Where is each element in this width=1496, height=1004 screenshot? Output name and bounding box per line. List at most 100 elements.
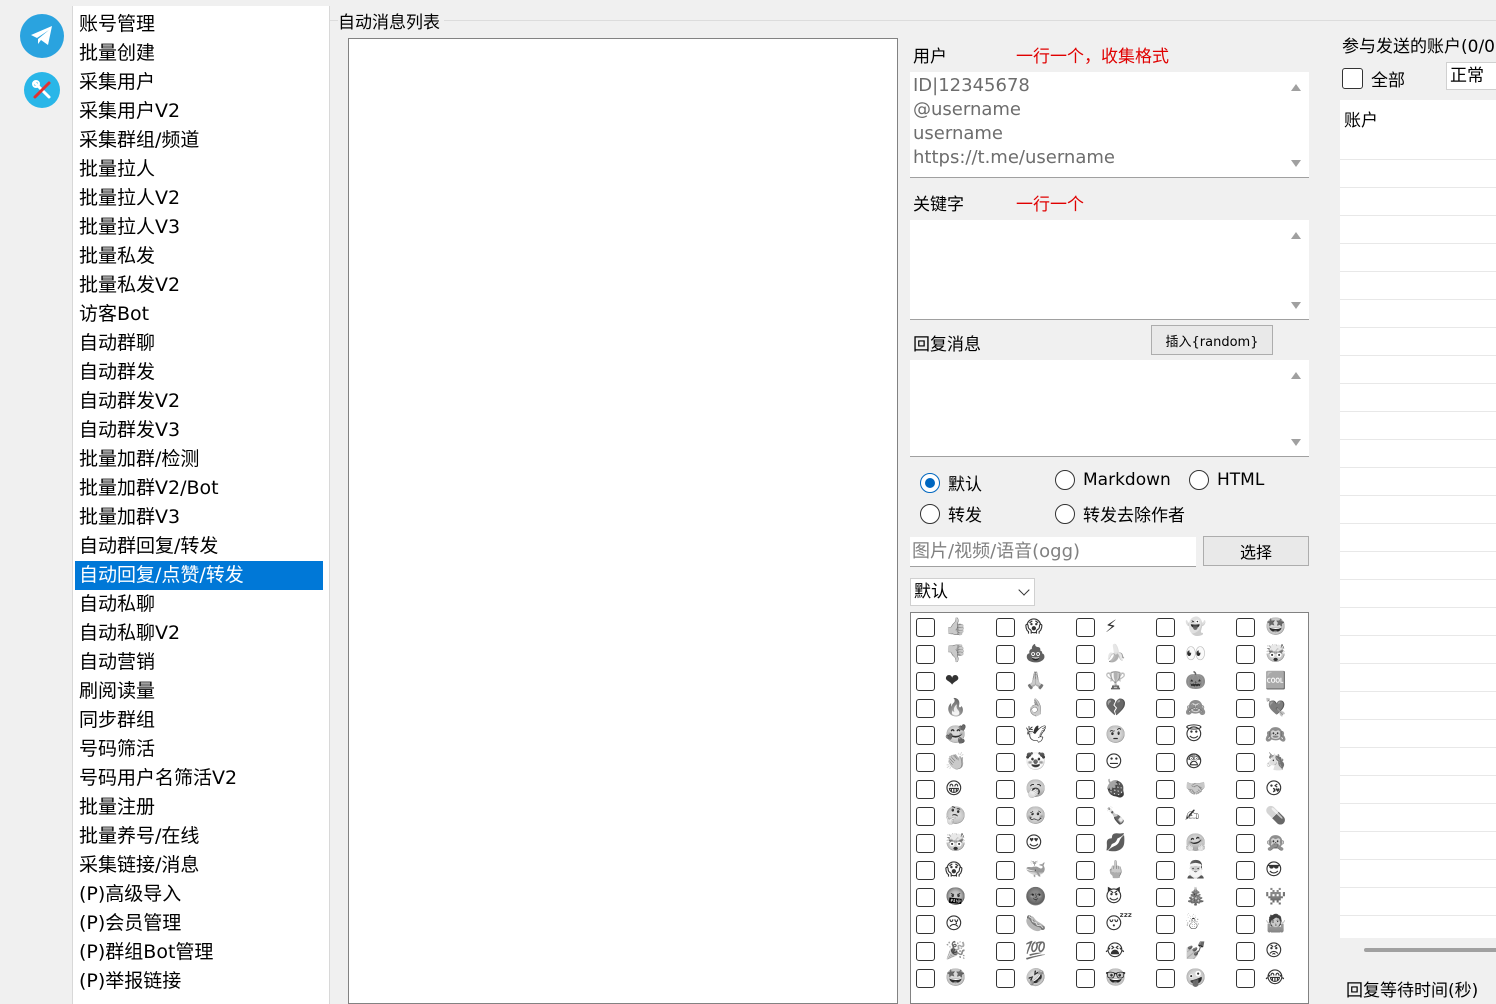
- reaction-checkbox[interactable]: [996, 942, 1015, 961]
- reaction-option[interactable]: 🤪: [1153, 965, 1233, 992]
- reaction-checkbox[interactable]: [1236, 618, 1255, 637]
- choose-media-button[interactable]: 选择: [1203, 536, 1309, 566]
- reaction-checkbox[interactable]: [1076, 726, 1095, 745]
- reaction-checkbox[interactable]: [1076, 753, 1095, 772]
- reaction-option[interactable]: 🤝: [1153, 776, 1233, 803]
- sidebar-item[interactable]: 批量加群/检测: [75, 445, 323, 474]
- reaction-checkbox[interactable]: [1236, 969, 1255, 988]
- reaction-option[interactable]: 😡: [1233, 938, 1308, 965]
- sidebar-item[interactable]: 号码用户名筛活V2: [75, 764, 323, 793]
- sidebar-item[interactable]: 号码筛活: [75, 735, 323, 764]
- reaction-checkbox[interactable]: [996, 699, 1015, 718]
- reaction-option[interactable]: 🌭: [993, 911, 1073, 938]
- reaction-option[interactable]: 🦄: [1233, 749, 1308, 776]
- reaction-checkbox[interactable]: [1156, 834, 1175, 853]
- sidebar-item[interactable]: 自动私聊V2: [75, 619, 323, 648]
- reaction-checkbox[interactable]: [996, 969, 1015, 988]
- reaction-checkbox[interactable]: [916, 753, 935, 772]
- reaction-checkbox[interactable]: [996, 834, 1015, 853]
- sidebar-item[interactable]: 采集群组/频道: [75, 126, 323, 155]
- reaction-option[interactable]: 🤡: [993, 749, 1073, 776]
- reaction-option[interactable]: 💘: [1233, 695, 1308, 722]
- reaction-option[interactable]: 😭: [1073, 938, 1153, 965]
- reaction-option[interactable]: 💅: [1153, 938, 1233, 965]
- reaction-checkbox[interactable]: [1236, 915, 1255, 934]
- sidebar-item[interactable]: 批量私发: [75, 242, 323, 271]
- reaction-checkbox[interactable]: [1156, 672, 1175, 691]
- reaction-option[interactable]: 😱: [993, 614, 1073, 641]
- reaction-checkbox[interactable]: [1076, 672, 1095, 691]
- reaction-option[interactable]: ❤: [913, 668, 993, 695]
- reaction-option[interactable]: 🤷: [1233, 911, 1308, 938]
- reaction-checkbox[interactable]: [996, 861, 1015, 880]
- reaction-checkbox[interactable]: [996, 753, 1015, 772]
- radio-forward-no-author[interactable]: 转发去除作者: [1055, 501, 1185, 526]
- reaction-option[interactable]: 🕊: [993, 722, 1073, 749]
- sidebar-item[interactable]: 自动回复/点赞/转发: [75, 561, 323, 590]
- sidebar-item[interactable]: 批量拉人V2: [75, 184, 323, 213]
- reaction-checkbox[interactable]: [1076, 618, 1095, 637]
- reaction-option[interactable]: 💔: [1073, 695, 1153, 722]
- reaction-checkbox[interactable]: [916, 780, 935, 799]
- reaction-option[interactable]: 🤔: [913, 803, 993, 830]
- accounts-table[interactable]: 账户: [1340, 100, 1496, 938]
- reaction-checkbox[interactable]: [1236, 942, 1255, 961]
- sidebar-item[interactable]: 批量注册: [75, 793, 323, 822]
- reaction-option[interactable]: ☃: [1153, 911, 1233, 938]
- reaction-checkbox[interactable]: [996, 726, 1015, 745]
- sidebar-item[interactable]: 自动群发: [75, 358, 323, 387]
- reaction-checkbox[interactable]: [1076, 834, 1095, 853]
- reaction-checkbox[interactable]: [996, 780, 1015, 799]
- reaction-option[interactable]: 😁: [913, 776, 993, 803]
- reaction-checkbox[interactable]: [996, 672, 1015, 691]
- radio-forward[interactable]: 转发: [920, 501, 982, 526]
- reaction-option[interactable]: 🏆: [1073, 668, 1153, 695]
- reaction-option[interactable]: 🤩: [1233, 614, 1308, 641]
- reaction-checkbox[interactable]: [1156, 726, 1175, 745]
- reaction-option[interactable]: 👌: [993, 695, 1073, 722]
- reaction-checkbox[interactable]: [996, 888, 1015, 907]
- reaction-checkbox[interactable]: [1156, 807, 1175, 826]
- reaction-checkbox[interactable]: [996, 915, 1015, 934]
- sidebar-item[interactable]: 自动群聊: [75, 329, 323, 358]
- reaction-checkbox[interactable]: [916, 726, 935, 745]
- sidebar-item[interactable]: (P)高级导入: [75, 880, 323, 909]
- reaction-checkbox[interactable]: [1076, 645, 1095, 664]
- reaction-checkbox[interactable]: [1156, 699, 1175, 718]
- sidebar-item[interactable]: 自动营销: [75, 648, 323, 677]
- reaction-checkbox[interactable]: [1236, 672, 1255, 691]
- reaction-checkbox[interactable]: [1156, 780, 1175, 799]
- reaction-option[interactable]: 🔥: [913, 695, 993, 722]
- sidebar-item[interactable]: 自动群发V2: [75, 387, 323, 416]
- sidebar-item[interactable]: 批量私发V2: [75, 271, 323, 300]
- reaction-checkbox[interactable]: [1076, 699, 1095, 718]
- scroll-down-icon[interactable]: [1291, 302, 1301, 309]
- sidebar-item[interactable]: (P)群组Bot管理: [75, 938, 323, 967]
- sidebar-item[interactable]: 访客Bot: [75, 300, 323, 329]
- reaction-option[interactable]: 👎: [913, 641, 993, 668]
- reaction-option[interactable]: 🎃: [1153, 668, 1233, 695]
- sidebar-item[interactable]: 账号管理: [75, 10, 323, 39]
- sidebar-item[interactable]: 采集链接/消息: [75, 851, 323, 880]
- sidebar-item[interactable]: 同步群组: [75, 706, 323, 735]
- reaction-option[interactable]: 😂: [1233, 965, 1308, 992]
- scroll-thumb[interactable]: [1364, 948, 1496, 952]
- reaction-checkbox[interactable]: [1156, 888, 1175, 907]
- reaction-checkbox[interactable]: [1236, 780, 1255, 799]
- reaction-option[interactable]: 🤣: [993, 965, 1073, 992]
- reaction-checkbox[interactable]: [996, 645, 1015, 664]
- reaction-option[interactable]: 🥰: [913, 722, 993, 749]
- reaction-option[interactable]: 🙈: [1153, 695, 1233, 722]
- scroll-down-icon[interactable]: [1291, 439, 1301, 446]
- sidebar-item[interactable]: 批量加群V2/Bot: [75, 474, 323, 503]
- reaction-option[interactable]: 😎: [1233, 857, 1308, 884]
- reaction-checkbox[interactable]: [1236, 834, 1255, 853]
- reaction-option[interactable]: 😐: [1073, 749, 1153, 776]
- scroll-up-icon[interactable]: [1291, 84, 1301, 91]
- reaction-option[interactable]: 🎅: [1153, 857, 1233, 884]
- reaction-checkbox[interactable]: [996, 618, 1015, 637]
- select-all-checkbox[interactable]: 全部: [1342, 66, 1405, 91]
- keywords-textarea[interactable]: [910, 220, 1309, 320]
- reaction-checkbox[interactable]: [1156, 618, 1175, 637]
- reaction-option[interactable]: 🎄: [1153, 884, 1233, 911]
